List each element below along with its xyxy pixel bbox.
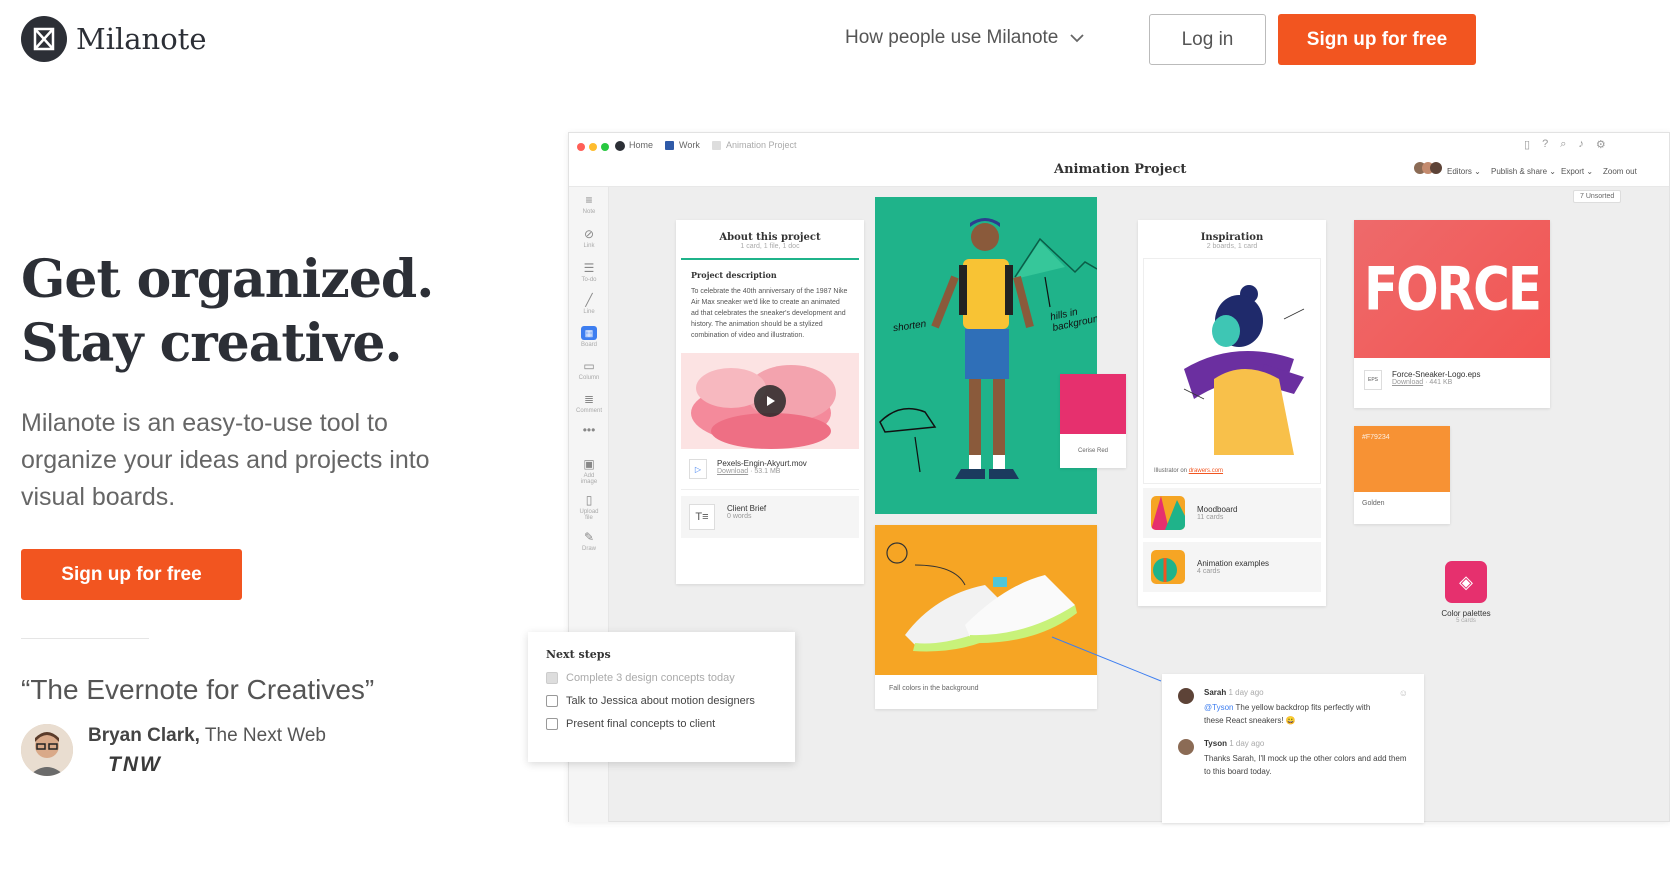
signup-button-hero[interactable]: Sign up for free (21, 549, 242, 600)
avatar (21, 724, 73, 776)
testimonial-quote: “The Evernote for Creatives” (21, 674, 375, 705)
login-button[interactable]: Log in (1149, 14, 1266, 65)
checkbox[interactable] (546, 718, 558, 730)
headline-line-1: Get organized. (21, 249, 434, 310)
todo-text: Complete 3 design concepts today (566, 672, 735, 684)
checkbox-checked[interactable] (546, 672, 558, 684)
comment-text: Thanks Sarah, I'll mock up the other col… (1204, 754, 1407, 776)
comment-thread[interactable]: Sarah 1 day ago @Tyson The yellow backdr… (1162, 674, 1424, 823)
tnw-logo: TNW (108, 753, 162, 776)
nav-how-people-use[interactable]: How people use Milanote (845, 27, 1084, 49)
comment-author: Sarah (1204, 688, 1227, 697)
comment-mention[interactable]: @Tyson (1204, 703, 1233, 712)
avatar (1178, 688, 1194, 704)
logo-mark-icon[interactable] (21, 16, 67, 62)
nav-how-people-use-label: How people use Milanote (845, 27, 1059, 48)
author-name: Bryan Clark, (88, 725, 200, 746)
todo-item[interactable]: Talk to Jessica about motion designers (546, 695, 777, 707)
signup-button-header[interactable]: Sign up for free (1278, 14, 1476, 65)
todo-text: Present final concepts to client (566, 718, 716, 730)
avatar (1178, 739, 1194, 755)
emoji-reaction-icon[interactable]: ☺ (1399, 688, 1408, 727)
comment: Tyson 1 day ago Thanks Sarah, I'll mock … (1178, 739, 1408, 778)
testimonial-author: Bryan Clark, The Next Web (88, 725, 326, 747)
todo-item[interactable]: Complete 3 design concepts today (546, 672, 777, 684)
headline-line-2: Stay creative. (21, 313, 403, 374)
todo-text: Talk to Jessica about motion designers (566, 695, 755, 707)
todo-item[interactable]: Present final concepts to client (546, 718, 777, 730)
comment-time: 1 day ago (1229, 739, 1265, 748)
card-title: Next steps (546, 648, 611, 661)
next-steps-card[interactable]: Next steps Complete 3 design concepts to… (528, 632, 795, 762)
comment-author: Tyson (1204, 739, 1227, 748)
brand-name[interactable]: Milanote (76, 22, 207, 56)
divider (21, 638, 149, 639)
chevron-down-icon (1070, 27, 1084, 49)
comment: Sarah 1 day ago @Tyson The yellow backdr… (1178, 688, 1408, 727)
checkbox[interactable] (546, 695, 558, 707)
hero-subtitle: Milanote is an easy-to-use tool to organ… (21, 409, 430, 511)
author-outlet: The Next Web (204, 725, 326, 746)
hero-headline: Get organized. Stay creative. (21, 248, 434, 376)
comment-time: 1 day ago (1228, 688, 1264, 697)
